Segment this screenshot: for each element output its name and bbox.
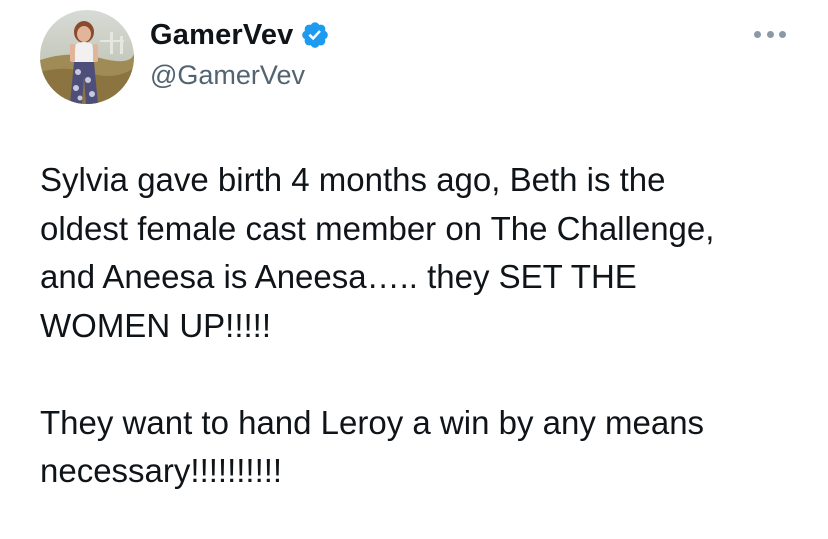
more-dot bbox=[754, 30, 761, 38]
avatar[interactable] bbox=[40, 10, 134, 104]
more-options-icon[interactable] bbox=[754, 26, 786, 42]
author-name-row: GamerVev bbox=[150, 18, 330, 52]
more-dot bbox=[779, 30, 786, 38]
tweet-paragraph-2: They want to hand Leroy a win by any mea… bbox=[40, 403, 705, 490]
author-handle[interactable]: @GamerVev bbox=[150, 58, 305, 92]
avatar-image bbox=[40, 10, 134, 104]
tweet: GamerVev @GamerVev Sylvia gave birth 4 m… bbox=[0, 0, 828, 539]
author-display-name[interactable]: GamerVev bbox=[150, 18, 294, 52]
tweet-text: Sylvia gave birth 4 months ago, Beth is … bbox=[40, 156, 800, 496]
tweet-paragraph-1: Sylvia gave birth 4 months ago, Beth is … bbox=[40, 161, 715, 344]
more-dot bbox=[766, 30, 774, 38]
verified-badge-icon bbox=[300, 20, 330, 50]
